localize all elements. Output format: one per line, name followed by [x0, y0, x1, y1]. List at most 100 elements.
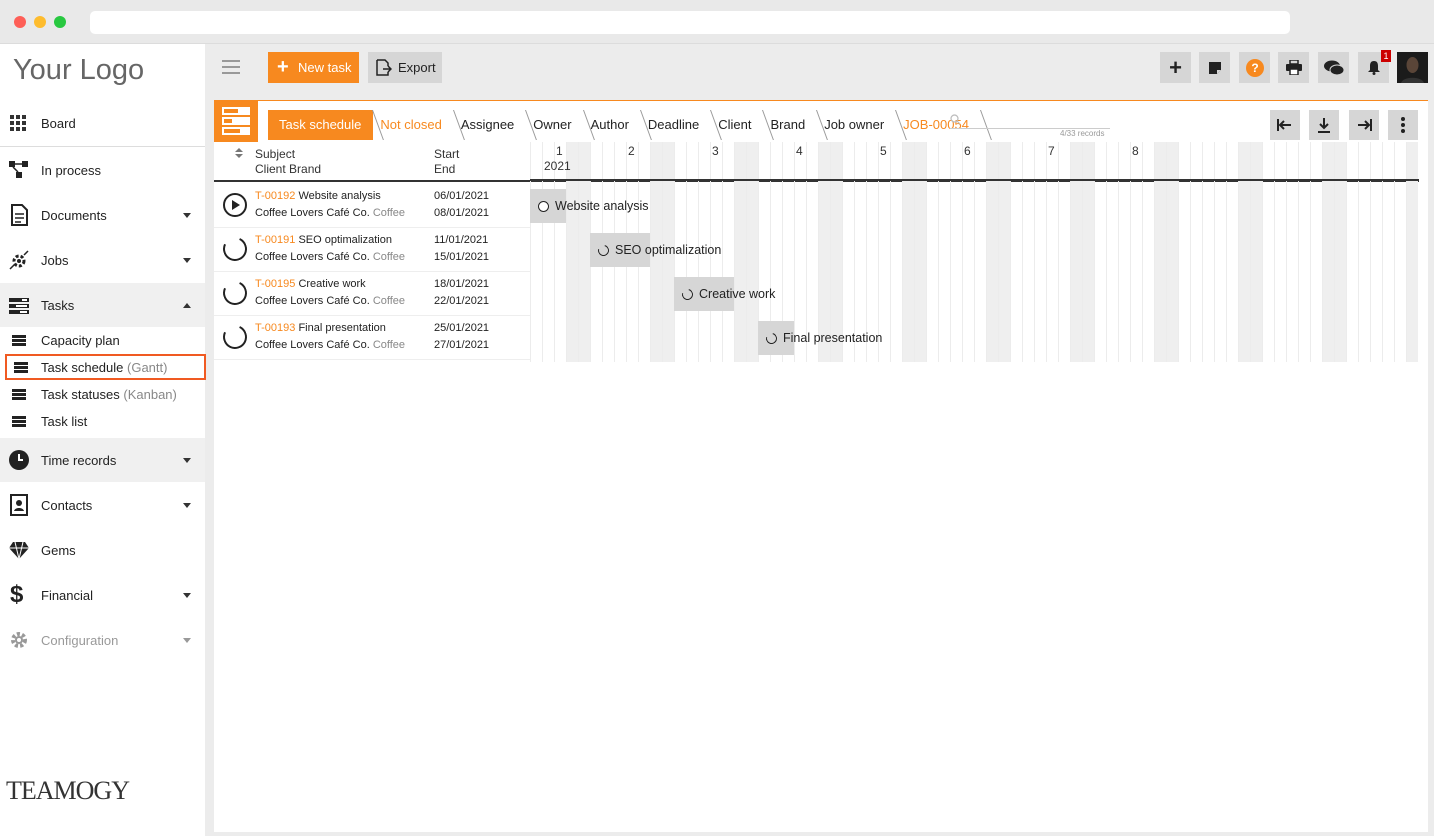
notifications-button[interactable]: 1: [1358, 50, 1391, 83]
export-icon: [376, 59, 392, 76]
nav-in-process[interactable]: In process: [0, 148, 205, 192]
task-end: 08/01/2021: [434, 207, 490, 219]
more-vertical-icon: [1401, 117, 1405, 133]
table-row[interactable]: T-00192 Website analysis Coffee Lovers Ca…: [214, 184, 530, 228]
search-icon: [950, 114, 961, 125]
subnav-task-list[interactable]: Task list: [0, 408, 205, 435]
subnav-label: Task statuses: [41, 387, 120, 402]
nav-board[interactable]: Board: [0, 101, 205, 145]
sort-icon[interactable]: [235, 147, 243, 159]
close-window-button[interactable]: [14, 16, 26, 28]
table-row[interactable]: T-00195 Creative work Coffee Lovers Café …: [214, 272, 530, 316]
table-row[interactable]: T-00193 Final presentation Coffee Lovers …: [214, 316, 530, 360]
scroll-left-button[interactable]: [1270, 110, 1300, 140]
nav-jobs[interactable]: Jobs: [0, 238, 205, 282]
gantt-bar[interactable]: SEO optimalization: [590, 233, 721, 267]
gantt-bar[interactable]: Final presentation: [758, 321, 882, 355]
open-status-icon[interactable]: [219, 233, 251, 265]
weekend-column: [1334, 142, 1346, 362]
download-button[interactable]: [1309, 110, 1339, 140]
task-subject: SEO optimalization: [298, 234, 392, 246]
nav-financial[interactable]: $ Financial: [0, 573, 205, 617]
tasks-icon: [12, 389, 26, 400]
note-button[interactable]: [1199, 52, 1230, 83]
zoom-window-button[interactable]: [54, 16, 66, 28]
task-end: 15/01/2021: [434, 251, 490, 263]
search-input[interactable]: [950, 113, 1110, 129]
sidebar: Your Logo Board In process Documents Job…: [0, 44, 206, 836]
nav-time-records[interactable]: Time records: [0, 438, 205, 482]
weekend-column: [902, 142, 914, 362]
address-bar[interactable]: [90, 11, 1290, 34]
gantt-bar[interactable]: Website analysis: [530, 189, 649, 223]
nav-label: Configuration: [41, 632, 119, 648]
task-brand: Coffee: [372, 251, 406, 263]
play-status-icon: [538, 200, 549, 212]
subnav-capacity-plan[interactable]: Capacity plan: [0, 327, 205, 354]
subnav-label: Capacity plan: [41, 333, 120, 348]
user-avatar[interactable]: [1397, 52, 1428, 83]
arrow-left-bar-icon: [1277, 119, 1291, 131]
task-end: 22/01/2021: [434, 295, 490, 307]
timeline-year: 2021: [544, 159, 571, 173]
chat-button[interactable]: [1318, 52, 1349, 83]
weekend-column: [746, 142, 758, 362]
scroll-right-button[interactable]: [1349, 110, 1379, 140]
more-options-button[interactable]: [1388, 110, 1418, 140]
subnav-label: Task schedule: [41, 359, 124, 375]
table-row[interactable]: T-00191 SEO optimalization Coffee Lovers …: [214, 228, 530, 272]
col-client-brand[interactable]: Client Brand: [255, 162, 321, 177]
help-icon: ?: [1245, 58, 1264, 77]
task-client: Coffee Lovers Café Co.: [255, 207, 370, 219]
nav-label: Gems: [41, 542, 76, 558]
task-id[interactable]: T-00195: [255, 278, 295, 290]
col-start[interactable]: Start: [434, 147, 459, 162]
breadcrumb-task-schedule[interactable]: Task schedule: [268, 110, 374, 140]
nav-configuration[interactable]: Configuration: [0, 618, 205, 662]
weekend-column: [1238, 142, 1250, 362]
nav-contacts[interactable]: Contacts: [0, 483, 205, 527]
col-subject[interactable]: Subject: [255, 147, 295, 162]
task-id[interactable]: T-00192: [255, 190, 295, 202]
browser-chrome: [0, 0, 1434, 44]
minimize-window-button[interactable]: [34, 16, 46, 28]
gantt-bar[interactable]: Creative work: [674, 277, 775, 311]
breadcrumb-author[interactable]: Author: [584, 110, 641, 140]
help-button[interactable]: ?: [1239, 52, 1270, 83]
breadcrumb-deadline[interactable]: Deadline: [641, 110, 711, 140]
new-task-button[interactable]: + New task: [268, 52, 359, 83]
print-button[interactable]: [1278, 52, 1309, 83]
note-icon: [1208, 61, 1221, 74]
nav-documents[interactable]: Documents: [0, 193, 205, 237]
teamogy-logo: TEAMOGY: [6, 776, 130, 805]
weekend-column: [818, 142, 830, 362]
nav-label: Documents: [41, 207, 107, 223]
breadcrumb-client[interactable]: Client: [711, 110, 763, 140]
chevron-down-icon: [183, 503, 191, 508]
breadcrumb-not-closed[interactable]: Not closed: [373, 110, 453, 140]
breadcrumb-brand[interactable]: Brand: [763, 110, 817, 140]
export-button[interactable]: Export: [368, 52, 442, 83]
chevron-down-icon: [183, 258, 191, 263]
play-status-icon[interactable]: [223, 193, 247, 217]
open-status-icon: [763, 330, 780, 346]
breadcrumb-owner[interactable]: Owner: [526, 110, 583, 140]
dollar-icon: $: [10, 581, 24, 608]
weekend-column: [830, 142, 842, 362]
subnav-task-statuses[interactable]: Task statuses (Kanban): [0, 381, 205, 408]
main-panel: Task schedule Not closed Assignee Owner …: [214, 100, 1428, 832]
open-status-icon[interactable]: [219, 277, 251, 309]
task-id[interactable]: T-00191: [255, 234, 295, 246]
open-status-icon[interactable]: [219, 321, 251, 353]
nav-gems[interactable]: Gems: [0, 528, 205, 572]
breadcrumb-assignee[interactable]: Assignee: [454, 110, 526, 140]
hamburger-menu-icon[interactable]: [222, 60, 240, 74]
add-button[interactable]: +: [1160, 52, 1191, 83]
nav-tasks[interactable]: Tasks: [0, 283, 205, 327]
chat-icon: [1323, 60, 1344, 75]
nav-label: Tasks: [41, 297, 75, 313]
breadcrumb-job-owner[interactable]: Job owner: [817, 110, 896, 140]
col-end[interactable]: End: [434, 162, 455, 177]
task-id[interactable]: T-00193: [255, 322, 295, 334]
subnav-task-schedule[interactable]: Task schedule (Gantt): [5, 354, 206, 380]
